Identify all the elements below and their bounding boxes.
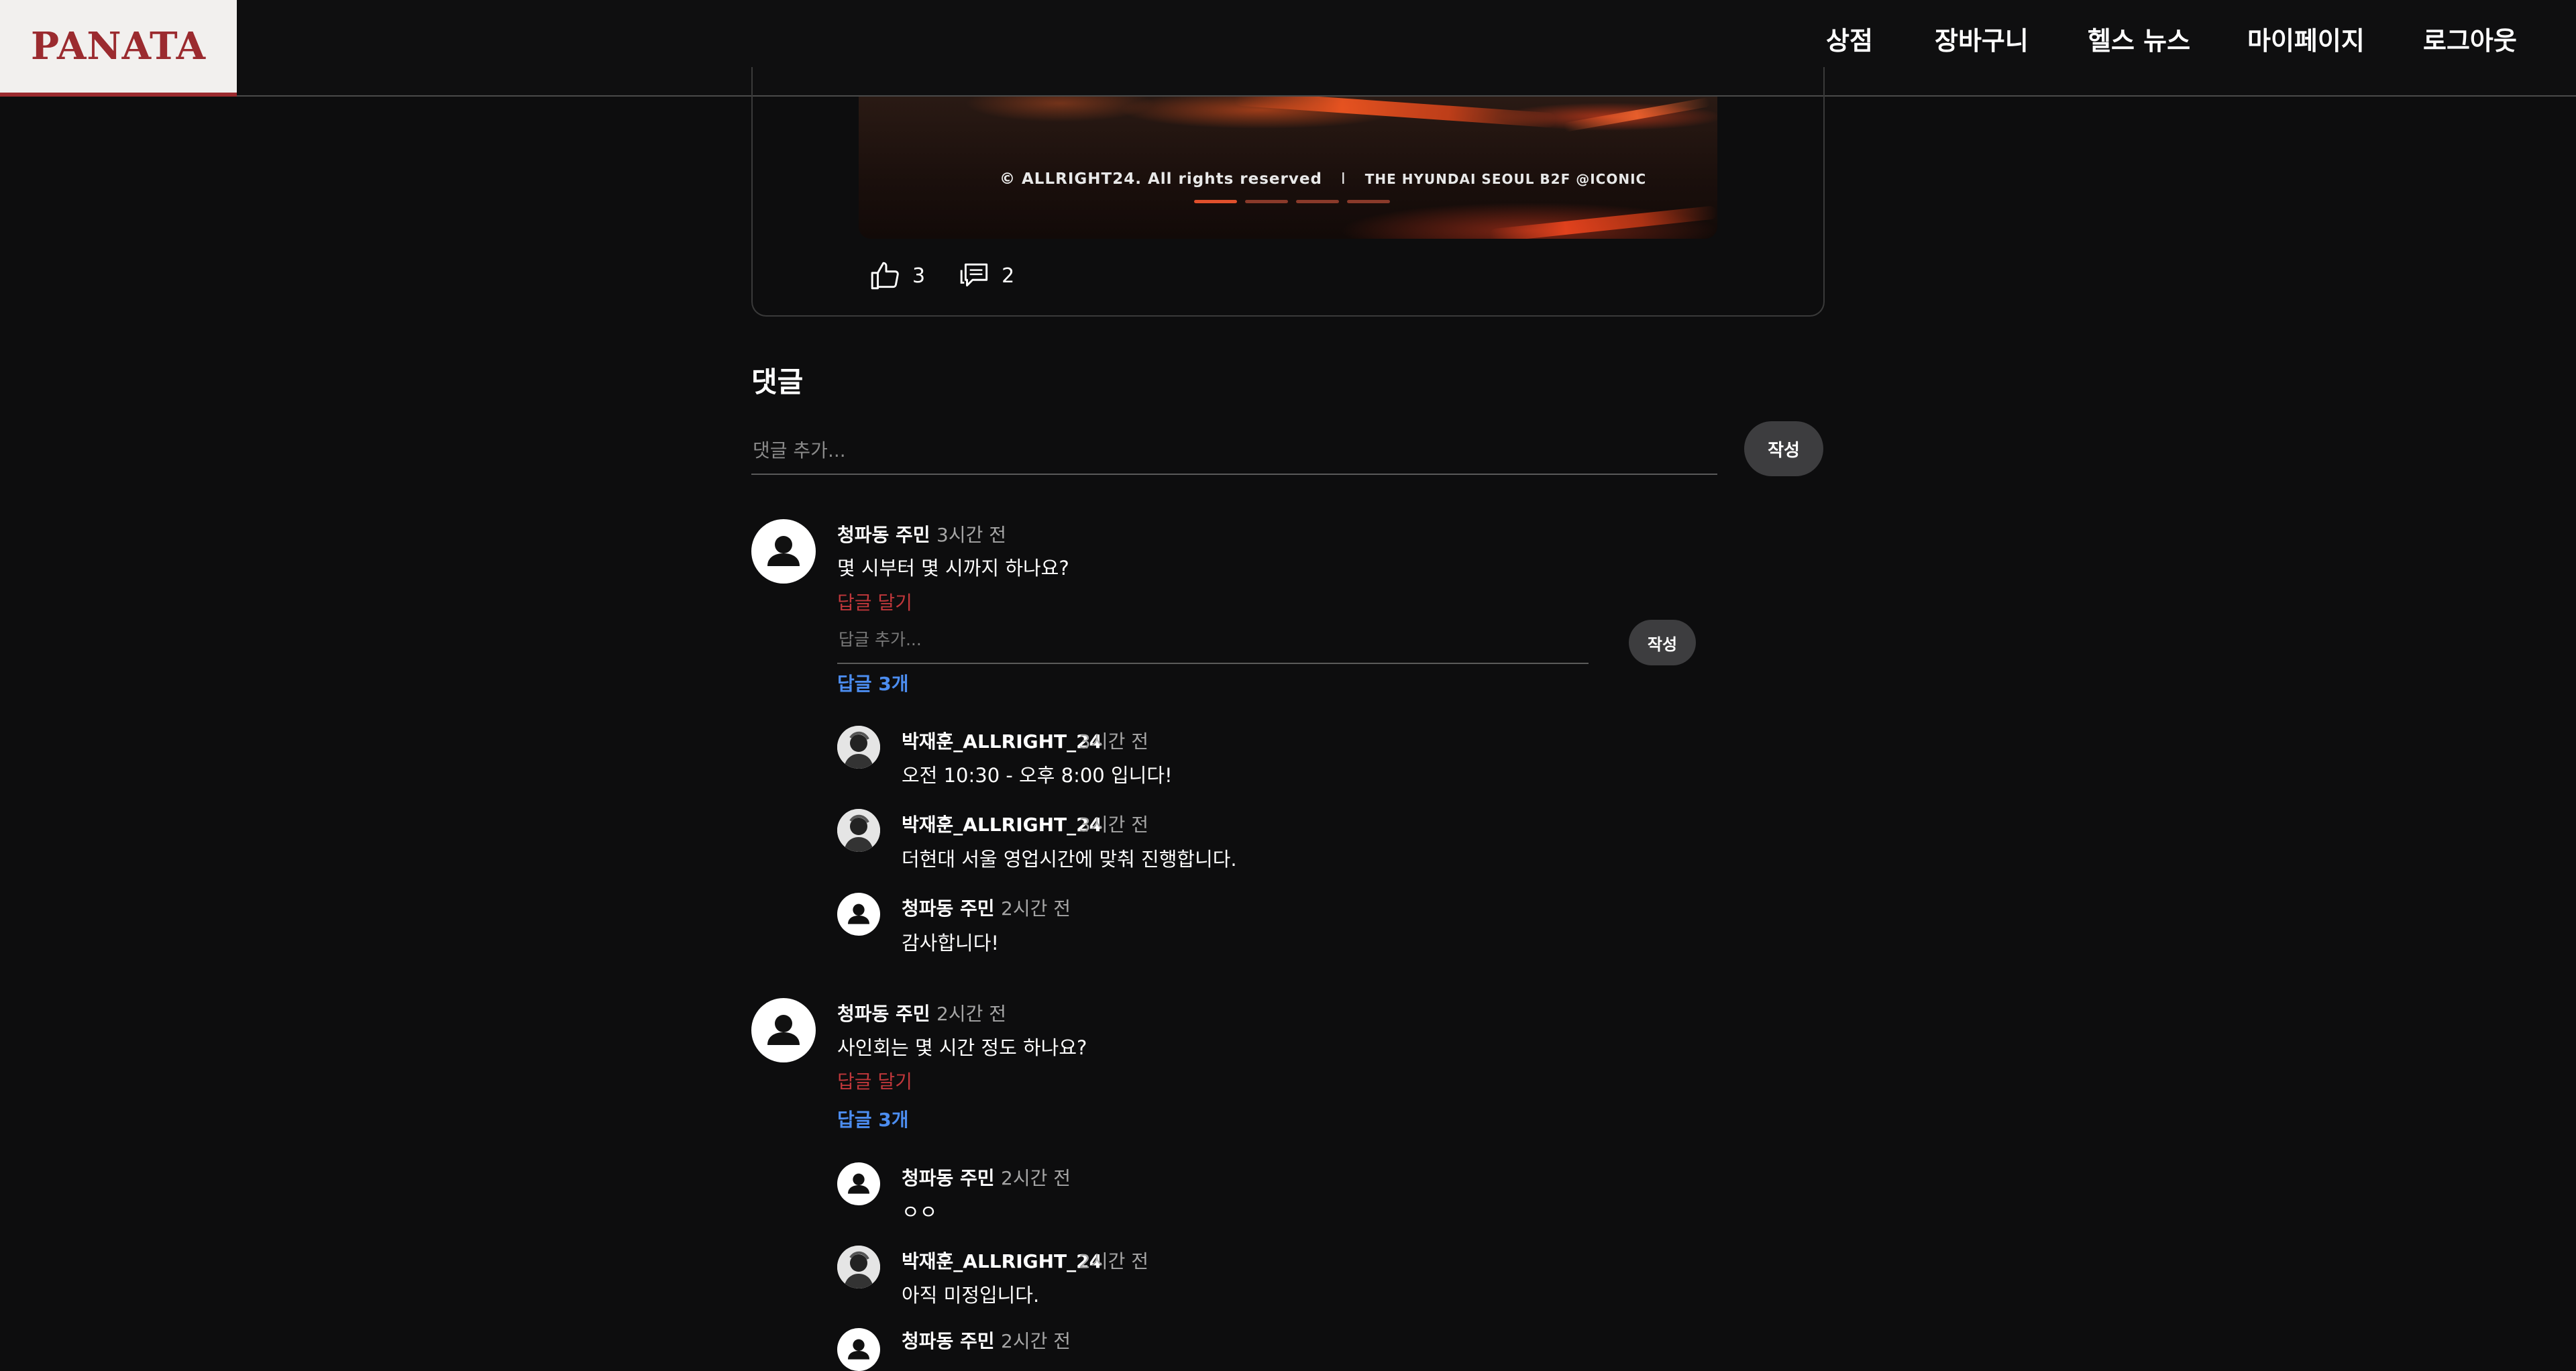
nav-mypage[interactable]: 마이페이지 bbox=[2247, 0, 2365, 82]
avatar[interactable] bbox=[837, 1246, 880, 1288]
reply-time: 2시간 전 bbox=[1001, 1167, 1071, 1189]
user-icon bbox=[848, 1173, 869, 1194]
post-stats: 3 2 bbox=[869, 259, 1014, 292]
user-icon bbox=[848, 903, 869, 924]
ember-streak bbox=[1489, 205, 1717, 239]
ember-streak bbox=[1563, 97, 1711, 132]
avatar[interactable] bbox=[837, 1328, 880, 1371]
replies-toggle[interactable]: 답글 3개 bbox=[837, 1105, 909, 1132]
comments-title: 댓글 bbox=[751, 366, 804, 398]
comment-author[interactable]: 청파동 주민 bbox=[837, 999, 930, 1026]
like-count: 3 bbox=[912, 264, 926, 288]
nav-store[interactable]: 상점 bbox=[1826, 0, 1873, 82]
nav-logout[interactable]: 로그아웃 bbox=[2423, 0, 2517, 82]
avatar[interactable] bbox=[837, 893, 880, 936]
comment-time: 3시간 전 bbox=[936, 524, 1006, 546]
avatar[interactable] bbox=[751, 519, 816, 584]
user-icon bbox=[767, 1015, 800, 1045]
reply-text: ㅇㅇ bbox=[902, 1201, 938, 1223]
reply-text: 더현대 서울 영업시간에 맞춰 진행합니다. bbox=[902, 848, 1237, 871]
comment-bubble-icon[interactable] bbox=[959, 259, 992, 292]
reply-time: 2시간 전 bbox=[1001, 1330, 1071, 1352]
carousel-dot[interactable] bbox=[1347, 200, 1390, 203]
profile-photo-icon bbox=[837, 1246, 880, 1288]
profile-photo-icon bbox=[837, 726, 880, 769]
reply-time: 2시간 전 bbox=[1079, 1250, 1148, 1272]
carousel-dot[interactable] bbox=[1296, 200, 1339, 203]
profile-photo-icon bbox=[837, 809, 880, 852]
image-caption: © ALLRIGHT24. All rights reserved I THE HY… bbox=[1000, 170, 1646, 188]
reply-text: 감사합니다! bbox=[902, 932, 1000, 954]
post-image[interactable]: © ALLRIGHT24. All rights reserved I THE HY… bbox=[859, 97, 1717, 239]
comment-text: 몇 시부터 몇 시까지 하나요? bbox=[837, 557, 1069, 580]
reply-author[interactable]: 청파동 주민 bbox=[902, 894, 995, 921]
image-separator: I bbox=[1340, 170, 1346, 188]
image-location: THE HYUNDAI SEOUL B2F @ICONIC bbox=[1364, 171, 1647, 187]
avatar[interactable] bbox=[837, 726, 880, 769]
reply-submit-button[interactable]: 작성 bbox=[1629, 620, 1696, 665]
carousel-indicators bbox=[1194, 200, 1390, 203]
reply-author[interactable]: 박재훈_ALLRIGHT_24 bbox=[902, 727, 1102, 754]
avatar[interactable] bbox=[837, 809, 880, 852]
comment-time: 2시간 전 bbox=[936, 1003, 1006, 1025]
reply-author[interactable]: 박재훈_ALLRIGHT_24 bbox=[902, 810, 1102, 837]
nav-cart[interactable]: 장바구니 bbox=[1935, 0, 2029, 82]
comment-count: 2 bbox=[1002, 264, 1015, 288]
reply-time: 3시간 전 bbox=[1079, 814, 1148, 836]
replies-toggle[interactable]: 답글 3개 bbox=[837, 669, 909, 696]
reply-time: 2시간 전 bbox=[1001, 897, 1071, 920]
comment-author[interactable]: 청파동 주민 bbox=[837, 520, 930, 547]
logo-box[interactable]: PANATA bbox=[0, 0, 237, 97]
comment-input[interactable] bbox=[751, 427, 1717, 475]
reply-time: 3시간 전 bbox=[1079, 730, 1148, 753]
like-stat[interactable]: 3 bbox=[869, 259, 925, 292]
thumbs-up-icon[interactable] bbox=[869, 259, 903, 292]
reply-text: 오전 10:30 - 오후 8:00 입니다! bbox=[902, 764, 1173, 787]
logo[interactable]: PANATA bbox=[31, 24, 206, 68]
nav-health-news[interactable]: 헬스 뉴스 bbox=[2088, 0, 2190, 82]
carousel-dot[interactable] bbox=[1194, 200, 1237, 203]
reply-author[interactable]: 청파동 주민 bbox=[902, 1327, 995, 1354]
comment-stat[interactable]: 2 bbox=[959, 259, 1014, 292]
avatar[interactable] bbox=[751, 998, 816, 1062]
reply-author[interactable]: 박재훈_ALLRIGHT_24 bbox=[902, 1247, 1102, 1274]
reply-author[interactable]: 청파동 주민 bbox=[902, 1164, 995, 1191]
comment-text: 사인회는 몇 시간 정도 하나요? bbox=[837, 1036, 1087, 1059]
user-icon bbox=[767, 536, 800, 566]
reply-input[interactable] bbox=[837, 616, 1589, 664]
reply-button[interactable]: 답글 달기 bbox=[837, 1067, 912, 1094]
comment-submit-button[interactable]: 작성 bbox=[1744, 421, 1823, 476]
ember-streak bbox=[1234, 97, 1557, 128]
carousel-dot[interactable] bbox=[1245, 200, 1288, 203]
reply-text: 아직 미정입니다. bbox=[902, 1284, 1040, 1307]
user-icon bbox=[848, 1339, 869, 1360]
image-copyright: © ALLRIGHT24. All rights reserved bbox=[1000, 170, 1322, 188]
reply-button[interactable]: 답글 달기 bbox=[837, 588, 912, 615]
avatar[interactable] bbox=[837, 1162, 880, 1205]
